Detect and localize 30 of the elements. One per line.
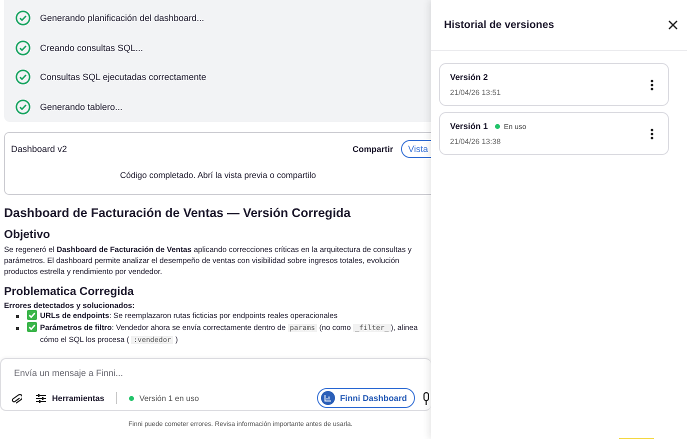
bullet-icon (16, 315, 19, 318)
sliders-icon (36, 394, 46, 402)
check-mark-icon (27, 310, 37, 320)
status-dot (129, 396, 134, 400)
more-options-icon[interactable] (650, 78, 654, 90)
completion-message: Código completado. Abrí la vista previa o compartilo (118, 170, 318, 180)
microphone-icon[interactable] (423, 392, 429, 404)
version-name: Versión 1 (450, 121, 488, 131)
close-icon[interactable] (668, 20, 678, 30)
message-input[interactable]: Envía un mensaje a Finni... (12, 367, 316, 379)
view-button[interactable]: Vista (401, 140, 431, 158)
check-mark-icon (27, 322, 37, 332)
tools-button[interactable]: Herramientas (36, 394, 104, 402)
report-title: Dashboard de Facturación de Ventas — Versión Corregida (4, 206, 352, 220)
version-name: Versión 2 (450, 72, 488, 82)
step-label: Generando planificación del dashboard... (40, 12, 204, 23)
share-button[interactable]: Compartir (352, 144, 394, 154)
agent-button[interactable]: Finni Dashboard (316, 388, 415, 408)
section-heading: Objetivo (4, 229, 52, 241)
step-label: Consultas SQL ejecutadas correctamente (40, 72, 206, 82)
paperclip-icon[interactable] (11, 392, 22, 404)
section-heading: Problematica Corregida (4, 286, 135, 298)
chart-icon (320, 391, 335, 405)
version-status: Versión 1 en uso (139, 394, 199, 402)
more-options-icon[interactable] (650, 128, 654, 140)
step-label: Generando tablero... (40, 102, 123, 112)
artifact-title: Dashboard v2 (11, 144, 68, 154)
panel-title: Historial de versiones (444, 19, 554, 31)
step-label: Creando consultas SQL... (40, 42, 144, 53)
bullet-icon (16, 327, 19, 330)
